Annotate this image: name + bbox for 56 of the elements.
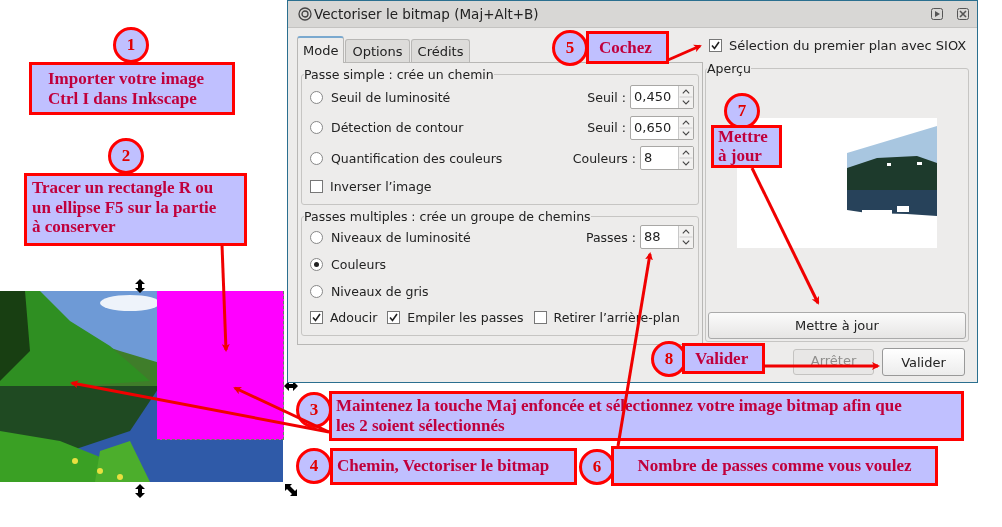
spin-arrows-icon xyxy=(679,226,693,248)
spin-arrows-icon xyxy=(679,147,693,170)
spin-arrows-icon xyxy=(679,116,693,139)
callout-text: Valider xyxy=(682,343,765,374)
checkbox[interactable] xyxy=(709,38,722,52)
callout-text: Importer votre image Ctrl I dans Inkscape xyxy=(29,62,235,115)
checkbox[interactable] xyxy=(533,311,547,324)
radio-button[interactable] xyxy=(310,284,323,298)
step-number: 4 xyxy=(296,448,332,484)
radio-label: Niveaux de luminosité xyxy=(331,229,472,245)
checkbox[interactable] xyxy=(310,311,323,324)
resize-handle-icon xyxy=(284,381,298,391)
callout-text: Mettre à jour xyxy=(711,125,782,168)
checkbox-label: Sélection du premier plan avec SIOX xyxy=(729,37,967,53)
field-label: Couleurs : xyxy=(572,150,636,166)
update-button[interactable]: Mettre à jour xyxy=(708,312,966,339)
callout-text: Tracer un rectangle R ou un ellipse F5 sur la partie à conserver xyxy=(24,173,247,246)
tab[interactable]: Mode xyxy=(297,36,345,63)
checkbox-label: Empiler les passes xyxy=(407,310,524,325)
ok-button[interactable]: Valider xyxy=(882,348,965,376)
radio-button[interactable] xyxy=(310,90,323,104)
field-label: Passes : xyxy=(585,229,636,245)
radio-button[interactable] xyxy=(310,151,323,165)
callout-text: Chemin, Vectoriser le bitmap xyxy=(330,448,577,485)
radio-button[interactable] xyxy=(310,230,323,244)
field-label: Seuil : xyxy=(587,89,626,105)
tab[interactable]: Crédits xyxy=(410,39,471,62)
radio-label: Détection de contour xyxy=(331,120,465,136)
radio-label: Quantification des couleurs xyxy=(331,150,504,166)
radio-label: Niveaux de gris xyxy=(331,283,430,299)
pointer-arrow xyxy=(667,44,702,62)
step-number: 2 xyxy=(108,138,144,174)
callout-text: Cochez xyxy=(586,31,669,64)
checkbox-label: Adoucir xyxy=(330,310,378,325)
radio-label: Couleurs xyxy=(331,256,388,272)
window-title: Vectoriser le bitmap (Maj+Alt+B) xyxy=(314,6,539,22)
app-icon xyxy=(298,7,312,21)
radio-button[interactable] xyxy=(310,257,323,271)
resize-handle-icon xyxy=(135,484,145,498)
frame-title: Aperçu xyxy=(707,61,751,76)
checkbox[interactable] xyxy=(310,180,323,193)
resize-handle-icon xyxy=(135,279,145,293)
radio-button[interactable] xyxy=(310,121,323,135)
frame-title: Passes multiples : crée un groupe de chemins xyxy=(304,208,591,224)
close-icon xyxy=(957,8,969,20)
expand-icon xyxy=(931,8,943,20)
spin-arrows-icon xyxy=(679,86,693,109)
frame-title: Passe simple : crée un chemin xyxy=(304,67,494,82)
radio-label: Seuil de luminosité xyxy=(331,89,452,105)
tab[interactable]: Options xyxy=(345,39,410,62)
field-label: Seuil : xyxy=(587,120,626,136)
callout-text: Nombre de passes comme vous voulez xyxy=(611,446,938,486)
checkbox[interactable] xyxy=(387,311,401,324)
resize-handle-icon xyxy=(285,484,297,496)
step-number: 1 xyxy=(113,27,149,63)
checkbox-label: Inverser l’image xyxy=(330,179,432,194)
